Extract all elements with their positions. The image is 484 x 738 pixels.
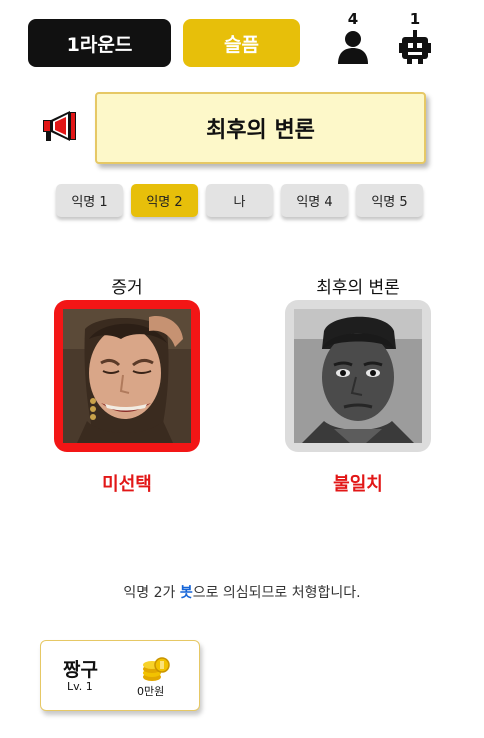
profile-money: 0만원 <box>137 685 165 698</box>
evidence-photo <box>63 309 191 443</box>
profile-name: 짱구 <box>63 659 98 681</box>
player-tabs: 익명 1 익명 2 나 익명 4 익명 5 <box>56 184 423 217</box>
evidence-title: 증거 <box>111 278 143 298</box>
evidence-status: 미선택 <box>102 474 152 495</box>
verdict-suffix: 으로 의심되므로 처형합니다. <box>192 585 361 601</box>
tab-player-5[interactable]: 익명 5 <box>356 184 423 217</box>
final-argument-title: 최후의 변론 <box>316 278 400 298</box>
human-count-stat: 4 <box>333 10 373 64</box>
tab-player-2[interactable]: 익명 2 <box>131 184 198 217</box>
tab-player-me[interactable]: 나 <box>206 184 273 217</box>
bot-count-stat: 1 <box>395 10 435 64</box>
tab-player-1[interactable]: 익명 1 <box>56 184 123 217</box>
phase-title: 최후의 변론 <box>95 92 426 164</box>
coin-icon <box>143 657 170 681</box>
human-icon <box>338 31 368 64</box>
tab-player-4[interactable]: 익명 4 <box>281 184 348 217</box>
megaphone-icon <box>43 111 76 141</box>
verdict-highlight: 봇 <box>179 585 193 601</box>
round-button[interactable]: 1라운드 <box>28 19 171 67</box>
emotion-button[interactable]: 슬픔 <box>183 19 300 67</box>
bot-count: 1 <box>409 10 421 28</box>
profile-level: Lv. 1 <box>67 680 93 693</box>
profile-card[interactable]: 짱구 Lv. 1 0만원 <box>40 640 200 711</box>
robot-icon <box>399 30 431 64</box>
human-count: 4 <box>347 10 359 28</box>
verdict-prefix: 익명 2가 <box>123 585 180 601</box>
final-argument-status: 불일치 <box>333 474 383 495</box>
evidence-card[interactable] <box>54 300 200 452</box>
verdict-message: 익명 2가 봇으로 의심되므로 처형합니다. <box>0 582 484 602</box>
final-argument-photo <box>294 309 422 443</box>
final-argument-card[interactable] <box>285 300 431 452</box>
